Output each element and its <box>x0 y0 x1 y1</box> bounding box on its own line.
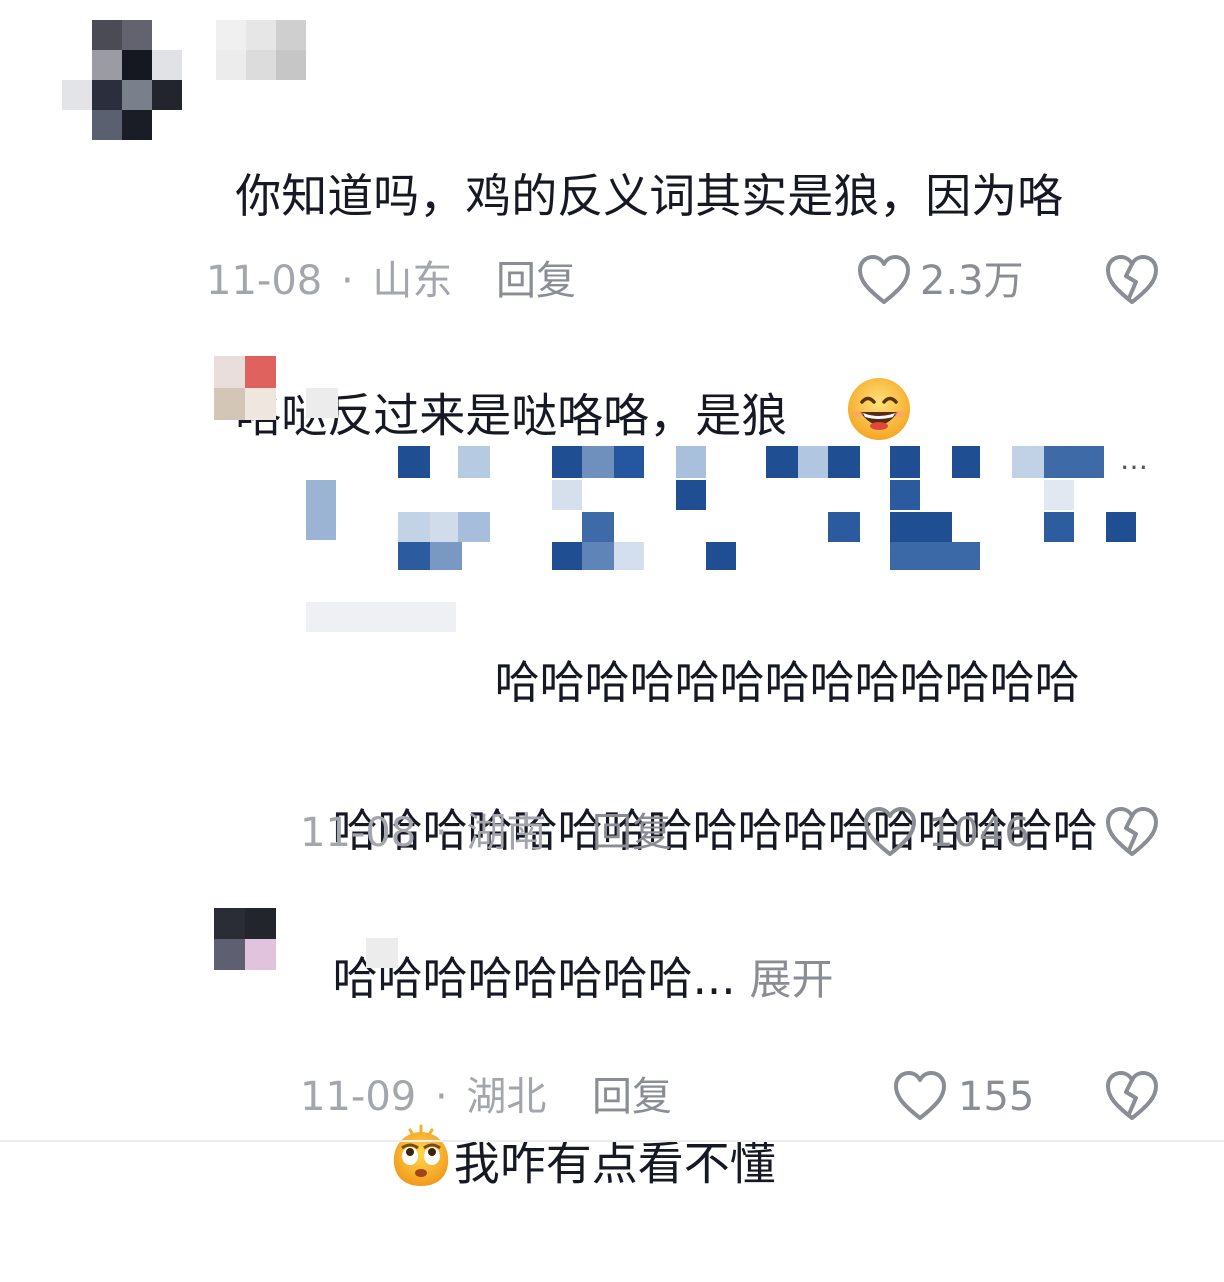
comment-text-line: 你知道吗，鸡的反义词其实是狼，因为咯 <box>235 169 1064 223</box>
reply-button[interactable]: 回复 <box>496 256 576 306</box>
comment-meta: 11-09 · 湖北 <box>300 1072 546 1122</box>
comment-text: 我咋有点看不懂 <box>300 980 1200 1282</box>
like-count: 2.3万 <box>920 258 1024 304</box>
broken-heart-icon[interactable] <box>1104 254 1160 310</box>
like-count: 1046 <box>928 810 1030 856</box>
avatar[interactable] <box>62 20 186 144</box>
reply-button[interactable]: 回复 <box>592 808 672 858</box>
heart-outline-icon[interactable] <box>862 806 918 862</box>
comment-location: 湖南 <box>466 810 547 856</box>
meta-separator: · <box>434 810 448 856</box>
broken-heart-icon[interactable] <box>1104 1070 1160 1126</box>
comment-text-line: 我咋有点看不懂 <box>453 1136 776 1191</box>
comment-meta: 11-08 · 山东 <box>206 256 452 306</box>
broken-heart-icon[interactable] <box>1104 806 1160 862</box>
reply-button[interactable]: 回复 <box>592 1072 672 1122</box>
comment-location: 湖北 <box>466 1074 547 1120</box>
meta-separator: · <box>340 258 354 304</box>
comment-date: 11-08 <box>300 810 417 856</box>
heart-outline-icon[interactable] <box>856 254 912 310</box>
comment-date: 11-09 <box>300 1074 417 1120</box>
username[interactable] <box>216 20 308 82</box>
quoted-tail: … <box>1120 443 1148 476</box>
comment-text-line: 哈哈哈哈哈哈哈哈哈哈哈哈哈 <box>494 656 1080 709</box>
heart-outline-icon[interactable] <box>892 1070 948 1126</box>
mosaic-blurred-text <box>306 446 1146 570</box>
like-count: 155 <box>958 1074 1035 1120</box>
avatar[interactable] <box>214 908 276 970</box>
comment-text: 哈哈哈哈哈哈哈哈哈哈哈哈哈 哈哈哈哈哈哈哈哈哈哈哈哈哈哈哈哈哈 哈哈哈哈哈哈哈哈… <box>304 572 1204 1017</box>
avatar[interactable] <box>214 356 276 420</box>
username[interactable] <box>306 388 338 418</box>
comment-meta: 11-08 · 湖南 <box>300 808 546 858</box>
bottom-divider <box>0 1140 1224 1142</box>
meta-separator: · <box>434 1074 448 1120</box>
username[interactable] <box>366 938 398 968</box>
comment-location: 山东 <box>372 258 453 304</box>
comment-date: 11-08 <box>206 258 323 304</box>
